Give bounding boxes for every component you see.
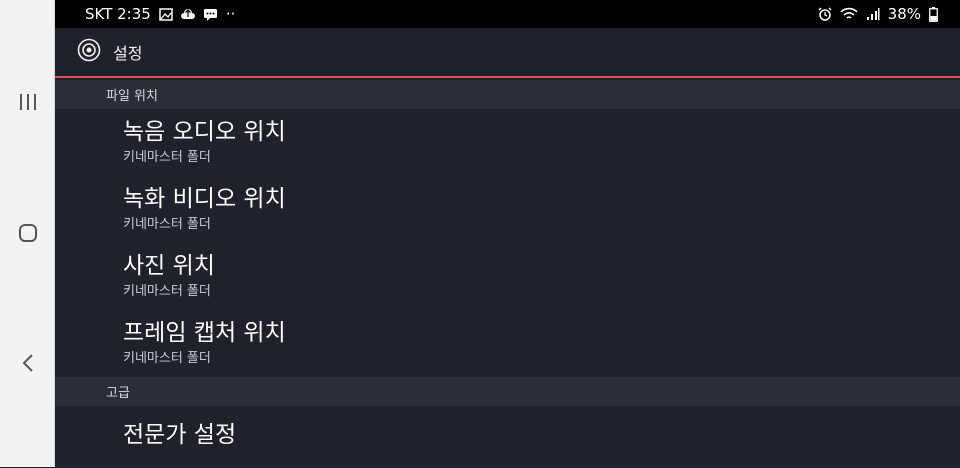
setting-title: 녹화 비디오 위치 [123,186,286,212]
section-header-advanced: 고급 [55,377,960,406]
image-icon [159,7,173,21]
wifi-icon [840,7,858,21]
carrier-time: SKT 2:35 [85,5,151,23]
home-button[interactable] [0,215,55,255]
home-icon [18,223,38,247]
app-screen: SKT 2:35 ·· 38% 설정 파일 위치 녹음 오디오 위치 키네마스터… [55,0,960,467]
setting-subtitle: 키네마스터 폴더 [123,351,211,366]
recent-apps-button[interactable] [0,84,55,124]
battery-icon [929,6,938,22]
battery-percent: 38% [887,5,921,23]
back-icon [21,353,35,377]
status-bar: SKT 2:35 ·· 38% [55,0,960,28]
setting-subtitle: 키네마스터 폴더 [123,217,211,232]
navigation-bar [0,0,55,467]
setting-video-location[interactable]: 녹화 비디오 위치 키네마스터 폴더 [55,176,960,243]
setting-title: 사진 위치 [123,253,215,279]
settings-icon[interactable] [77,38,101,66]
more-notifications: ·· [225,5,236,23]
alarm-icon [818,7,832,21]
setting-frame-capture-location[interactable]: 프레임 캡처 위치 키네마스터 폴더 [55,310,960,377]
back-button[interactable] [0,345,55,385]
setting-title: 프레임 캡처 위치 [123,320,286,346]
signal-icon [866,7,880,21]
setting-audio-location[interactable]: 녹음 오디오 위치 키네마스터 폴더 [55,109,960,176]
setting-expert-settings[interactable]: 전문가 설정 [55,406,960,468]
settings-list: 파일 위치 녹음 오디오 위치 키네마스터 폴더 녹화 비디오 위치 키네마스터… [55,80,960,468]
setting-subtitle: 키네마스터 폴더 [123,284,211,299]
app-toolbar: 설정 [55,28,960,78]
recent-apps-icon [18,93,38,115]
message-icon [203,8,218,21]
setting-subtitle: 키네마스터 폴더 [123,150,211,165]
cloud-upload-icon [180,7,195,21]
setting-photo-location[interactable]: 사진 위치 키네마스터 폴더 [55,243,960,310]
section-header-file-location: 파일 위치 [55,80,960,109]
setting-title: 전문가 설정 [123,422,237,448]
setting-title: 녹음 오디오 위치 [123,119,286,145]
page-title: 설정 [113,44,143,63]
